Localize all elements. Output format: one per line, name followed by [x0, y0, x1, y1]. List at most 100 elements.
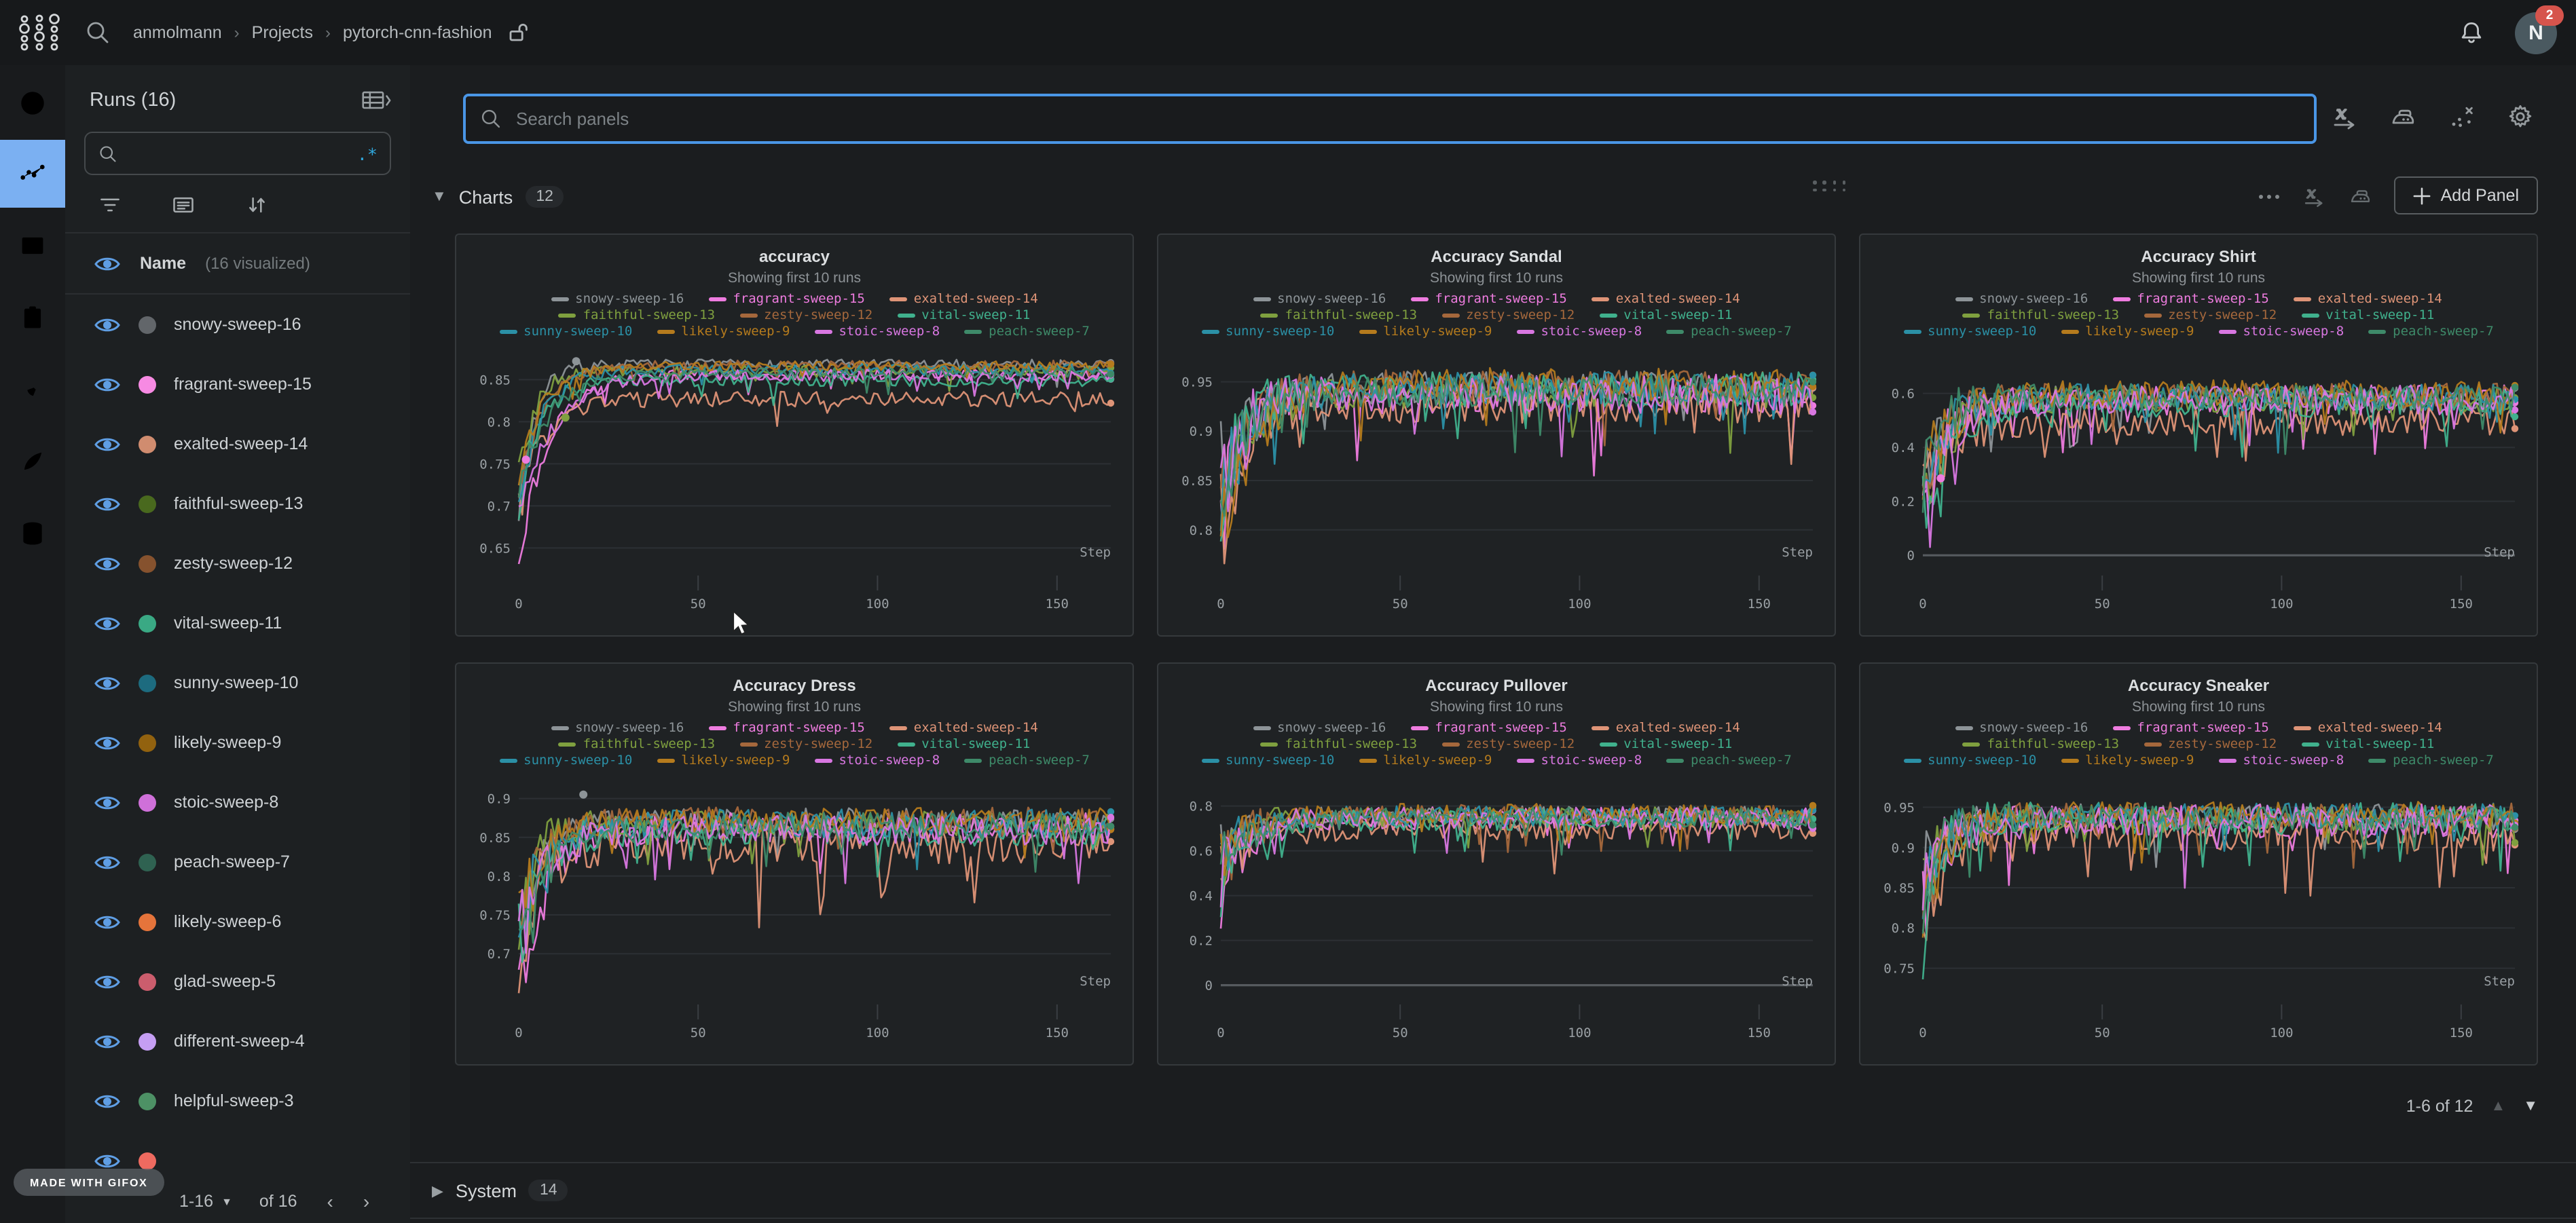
visibility-eye-icon[interactable] [94, 1150, 121, 1171]
legend-item-vital-sweep-11[interactable]: vital-sweep-11 [2301, 308, 2434, 323]
runs-table-expand-icon[interactable] [361, 88, 391, 113]
run-name[interactable]: exalted-sweep-14 [174, 434, 308, 453]
run-row-fragrant-sweep-15[interactable]: fragrant-sweep-15 [65, 354, 410, 414]
legend-item-likely-sweep-9[interactable]: likely-sweep-9 [657, 324, 790, 339]
visibility-eye-icon[interactable] [94, 1031, 121, 1051]
chevron-down-icon[interactable]: ▼ [432, 189, 447, 205]
legend-item-stoic-sweep-8[interactable]: stoic-sweep-8 [814, 324, 940, 339]
legend-item-peach-sweep-7[interactable]: peach-sweep-7 [1666, 753, 1792, 768]
legend-item-snowy-sweep-16[interactable]: snowy-sweep-16 [1955, 721, 2088, 736]
rail-item-info[interactable] [0, 69, 65, 137]
legend-item-faithful-sweep-13[interactable]: faithful-sweep-13 [1963, 308, 2119, 323]
run-name[interactable]: fragrant-sweep-15 [174, 375, 312, 394]
legend-item-zesty-sweep-12[interactable]: zesty-sweep-12 [739, 308, 872, 323]
legend-item-fragrant-sweep-15[interactable]: fragrant-sweep-15 [708, 292, 864, 307]
legend-item-likely-sweep-9[interactable]: likely-sweep-9 [2061, 324, 2194, 339]
legend-item-vital-sweep-11[interactable]: vital-sweep-11 [1599, 737, 1732, 752]
legend-item-exalted-sweep-14[interactable]: exalted-sweep-14 [1591, 292, 1740, 307]
chart-panel[interactable]: Accuracy Sandal Showing first 10 runs sn… [1157, 233, 1836, 637]
regex-toggle-icon[interactable]: .* [357, 143, 378, 164]
page-up-icon[interactable]: ▲ [2490, 1098, 2505, 1114]
system-section-header[interactable]: ▶ System 14 [410, 1162, 2576, 1219]
run-row-peach-sweep-7[interactable]: peach-sweep-7 [65, 832, 410, 892]
rail-item-table[interactable] [0, 212, 65, 280]
run-row-likely-sweep-6[interactable]: likely-sweep-6 [65, 892, 410, 952]
legend-item-fragrant-sweep-15[interactable]: fragrant-sweep-15 [2112, 721, 2268, 736]
run-name[interactable]: helpful-sweep-3 [174, 1091, 294, 1110]
run-name[interactable]: glad-sweep-5 [174, 972, 276, 991]
notifications-bell-icon[interactable] [2458, 19, 2485, 46]
legend-item-vital-sweep-11[interactable]: vital-sweep-11 [897, 308, 1030, 323]
breadcrumb-user[interactable]: anmolmann [133, 23, 222, 42]
legend-item-fragrant-sweep-15[interactable]: fragrant-sweep-15 [1410, 292, 1566, 307]
chart-plot[interactable]: 00.20.40.60.8050100150Step [1175, 771, 1821, 1048]
run-name[interactable]: faithful-sweep-13 [174, 494, 303, 513]
legend-item-peach-sweep-7[interactable]: peach-sweep-7 [964, 324, 1090, 339]
chart-plot[interactable]: 0.70.750.80.850.9050100150Step [473, 771, 1119, 1048]
charts-section-header[interactable]: ▼ Charts 12 [432, 186, 564, 208]
rail-item-line-chart[interactable] [0, 140, 65, 208]
legend-item-sunny-sweep-10[interactable]: sunny-sweep-10 [1903, 324, 2036, 339]
run-row-helpful-sweep-3[interactable]: helpful-sweep-3 [65, 1071, 410, 1131]
legend-item-fragrant-sweep-15[interactable]: fragrant-sweep-15 [708, 721, 864, 736]
avatar[interactable]: N 2 [2515, 12, 2557, 54]
x-axis-icon[interactable]: x [2302, 183, 2328, 208]
visibility-eye-icon[interactable] [94, 911, 121, 932]
list-icon[interactable] [171, 193, 196, 217]
legend-item-sunny-sweep-10[interactable]: sunny-sweep-10 [499, 324, 632, 339]
filter-icon[interactable] [98, 193, 122, 217]
run-name[interactable]: likely-sweep-6 [174, 912, 281, 931]
run-name[interactable]: snowy-sweep-16 [174, 315, 301, 334]
legend-item-sunny-sweep-10[interactable]: sunny-sweep-10 [1201, 324, 1334, 339]
visibility-eye-icon[interactable] [94, 1091, 121, 1111]
legend-item-likely-sweep-9[interactable]: likely-sweep-9 [657, 753, 790, 768]
legend-item-faithful-sweep-13[interactable]: faithful-sweep-13 [559, 737, 715, 752]
visibility-eye-icon[interactable] [94, 613, 121, 633]
visibility-eye-icon[interactable] [94, 314, 121, 335]
legend-item-likely-sweep-9[interactable]: likely-sweep-9 [1359, 324, 1492, 339]
legend-item-sunny-sweep-10[interactable]: sunny-sweep-10 [1201, 753, 1334, 768]
next-page-icon[interactable]: › [363, 1192, 369, 1211]
run-row-vital-sweep-11[interactable]: vital-sweep-11 [65, 593, 410, 653]
legend-item-faithful-sweep-13[interactable]: faithful-sweep-13 [1261, 308, 1417, 323]
visibility-eye-icon[interactable] [94, 374, 121, 394]
legend-item-exalted-sweep-14[interactable]: exalted-sweep-14 [2294, 292, 2442, 307]
chart-panel[interactable]: Accuracy Sneaker Showing first 10 runs s… [1859, 662, 2538, 1066]
global-search-icon[interactable] [84, 19, 111, 46]
legend-item-stoic-sweep-8[interactable]: stoic-sweep-8 [2218, 324, 2344, 339]
legend-item-likely-sweep-9[interactable]: likely-sweep-9 [1359, 753, 1492, 768]
breadcrumb-projects[interactable]: Projects [252, 23, 313, 42]
page-down-icon[interactable]: ▼ [2523, 1098, 2538, 1114]
legend-item-vital-sweep-11[interactable]: vital-sweep-11 [2301, 737, 2434, 752]
section-drag-handle-icon[interactable] [1813, 181, 1848, 191]
chart-panel[interactable]: Accuracy Shirt Showing first 10 runs sno… [1859, 233, 2538, 637]
legend-item-sunny-sweep-10[interactable]: sunny-sweep-10 [1903, 753, 2036, 768]
visibility-eye-icon[interactable] [94, 792, 121, 812]
chart-plot[interactable]: 0.80.850.90.95050100150Step [1175, 342, 1821, 619]
legend-item-fragrant-sweep-15[interactable]: fragrant-sweep-15 [1410, 721, 1566, 736]
chart-panel[interactable]: Accuracy Dress Showing first 10 runs sno… [455, 662, 1134, 1066]
legend-item-exalted-sweep-14[interactable]: exalted-sweep-14 [889, 292, 1038, 307]
legend-item-snowy-sweep-16[interactable]: snowy-sweep-16 [551, 721, 684, 736]
search-panels-input[interactable] [513, 107, 2300, 130]
smoothing-icon[interactable] [2349, 183, 2374, 208]
legend-item-likely-sweep-9[interactable]: likely-sweep-9 [2061, 753, 2194, 768]
chart-panel[interactable]: accuracy Showing first 10 runs snowy-swe… [455, 233, 1134, 637]
run-name[interactable]: peach-sweep-7 [174, 852, 290, 871]
settings-icon[interactable] [2505, 102, 2535, 132]
visibility-eye-icon[interactable] [94, 434, 121, 454]
run-row-exalted-sweep-14[interactable]: exalted-sweep-14 [65, 414, 410, 474]
runs-list-header[interactable]: Name (16 visualized) [65, 232, 410, 295]
visibility-eye-icon[interactable] [94, 852, 121, 872]
legend-item-faithful-sweep-13[interactable]: faithful-sweep-13 [1261, 737, 1417, 752]
visibility-eye-icon[interactable] [94, 253, 121, 274]
run-row-sunny-sweep-10[interactable]: sunny-sweep-10 [65, 653, 410, 713]
smoothing-icon[interactable] [2389, 102, 2418, 132]
run-row-likely-sweep-9[interactable]: likely-sweep-9 [65, 713, 410, 772]
legend-item-snowy-sweep-16[interactable]: snowy-sweep-16 [1253, 721, 1386, 736]
legend-item-exalted-sweep-14[interactable]: exalted-sweep-14 [889, 721, 1038, 736]
run-name[interactable]: different-sweep-4 [174, 1032, 305, 1051]
run-row-stoic-sweep-8[interactable]: stoic-sweep-8 [65, 772, 410, 832]
chevron-right-icon[interactable]: ▶ [432, 1182, 443, 1199]
search-panels-box[interactable] [463, 94, 2317, 144]
